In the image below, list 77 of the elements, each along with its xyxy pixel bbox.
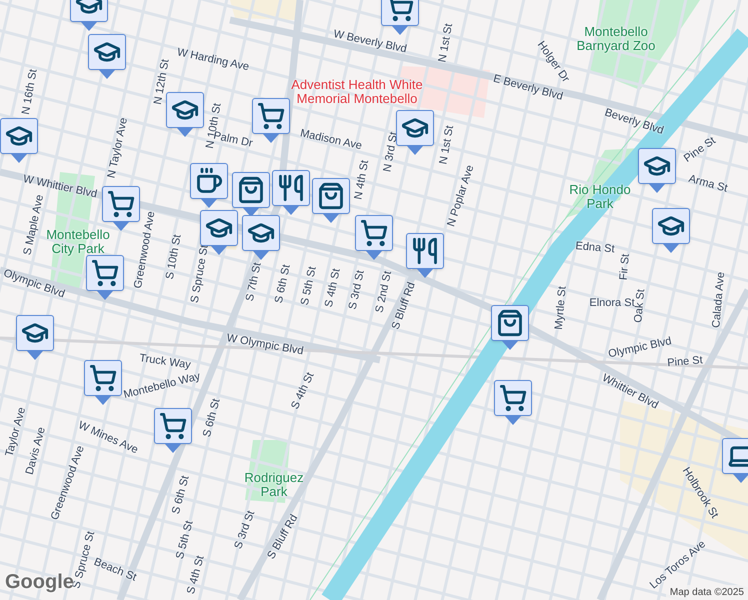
street-label: W Olympic Blvd — [225, 331, 305, 360]
street-label: S 5th St — [298, 265, 320, 307]
map-marker[interactable] — [232, 172, 270, 217]
shopping-cart-icon — [91, 259, 119, 287]
street-label: Arma St — [686, 172, 730, 197]
street-label: W Harding Ave — [176, 45, 250, 76]
map-marker[interactable] — [652, 208, 690, 253]
street-label: Myrtle St — [552, 286, 570, 330]
map-marker[interactable] — [88, 34, 126, 79]
street-label: S 3rd St — [231, 508, 258, 552]
street-label: S 4th St — [322, 267, 344, 309]
shopping-cart-icon — [360, 219, 388, 247]
street-label: W Beverly Blvd — [332, 27, 408, 58]
map-marker[interactable] — [638, 148, 676, 193]
street-label: S 4th St — [288, 370, 318, 412]
map-marker[interactable] — [355, 215, 393, 260]
street-label: S Maple Ave — [20, 193, 47, 257]
google-logo[interactable]: Google — [5, 567, 74, 597]
fork-knife-icon — [277, 174, 305, 202]
map-marker[interactable] — [190, 163, 228, 208]
map-marker[interactable] — [200, 210, 238, 255]
street-label: Pine St — [666, 353, 704, 372]
shopping-cart-icon — [257, 102, 285, 130]
street-label: N 1st St — [436, 124, 458, 166]
map-marker[interactable] — [16, 315, 54, 360]
street-label: N 12th St — [150, 58, 173, 106]
shopping-cart-icon — [499, 384, 527, 412]
street-label: N Taylor Ave — [104, 116, 131, 180]
street-label: S 6th St — [200, 396, 224, 440]
map-marker[interactable] — [272, 170, 310, 215]
street-label: N Poplar Ave — [445, 164, 478, 229]
street-label: S 7th St — [242, 261, 265, 303]
place-label: Adventist Health White Memorial Montebello — [291, 78, 423, 106]
street-label: Pine St — [680, 134, 719, 167]
map-marker[interactable] — [312, 178, 350, 223]
shopping-cart-icon — [89, 364, 117, 392]
shopping-cart-icon — [107, 190, 135, 218]
map-marker[interactable] — [381, 0, 419, 35]
street-label: Truck Way — [138, 351, 192, 374]
street-label: S 6th St — [168, 474, 193, 516]
map-marker[interactable] — [84, 360, 122, 405]
map-marker[interactable] — [491, 305, 529, 350]
street-label: S 6th St — [272, 263, 294, 305]
map-marker[interactable] — [396, 110, 434, 155]
park-label: Montebello City Park — [46, 228, 110, 256]
street-label: Edna St — [574, 239, 616, 258]
street-label: N 3rd St — [380, 130, 402, 174]
park-label: Montebello Barnyard Zoo — [576, 25, 656, 53]
shopping-bag-icon — [237, 176, 265, 204]
street-label: Greenwood Ave — [131, 210, 158, 290]
street-label: S 10th St — [162, 233, 185, 281]
map-marker[interactable] — [154, 408, 192, 453]
street-label: Beach St — [91, 554, 139, 586]
attribution-text: Map data ©2025 — [666, 585, 748, 600]
map-marker[interactable] — [242, 215, 280, 260]
street-label: S Spruce St — [188, 244, 212, 304]
map-marker[interactable] — [102, 186, 140, 231]
street-label: Calada Ave — [709, 271, 728, 329]
fork-knife-icon — [411, 237, 439, 265]
shopping-bag-icon — [496, 309, 524, 337]
map-marker[interactable] — [86, 255, 124, 300]
street-label: N 16th St — [18, 68, 41, 116]
shopping-bag-icon — [317, 182, 345, 210]
map-marker[interactable] — [252, 98, 290, 143]
map-marker[interactable] — [0, 118, 38, 163]
shopping-cart-icon — [159, 412, 187, 440]
coffee-cup-icon — [195, 167, 223, 195]
park-label: Rodriguez Park — [244, 471, 304, 499]
street-label: S 3rd St — [346, 268, 368, 312]
map-marker[interactable] — [494, 380, 532, 425]
map-marker[interactable] — [166, 92, 204, 137]
street-label: Elnora St — [589, 296, 635, 309]
street-label: Fir St — [616, 253, 633, 281]
street-label: Madison Ave — [298, 126, 364, 154]
street-label: N 4th St — [351, 159, 372, 201]
map-marker[interactable] — [406, 233, 444, 278]
street-label: N 1st St — [435, 22, 456, 64]
